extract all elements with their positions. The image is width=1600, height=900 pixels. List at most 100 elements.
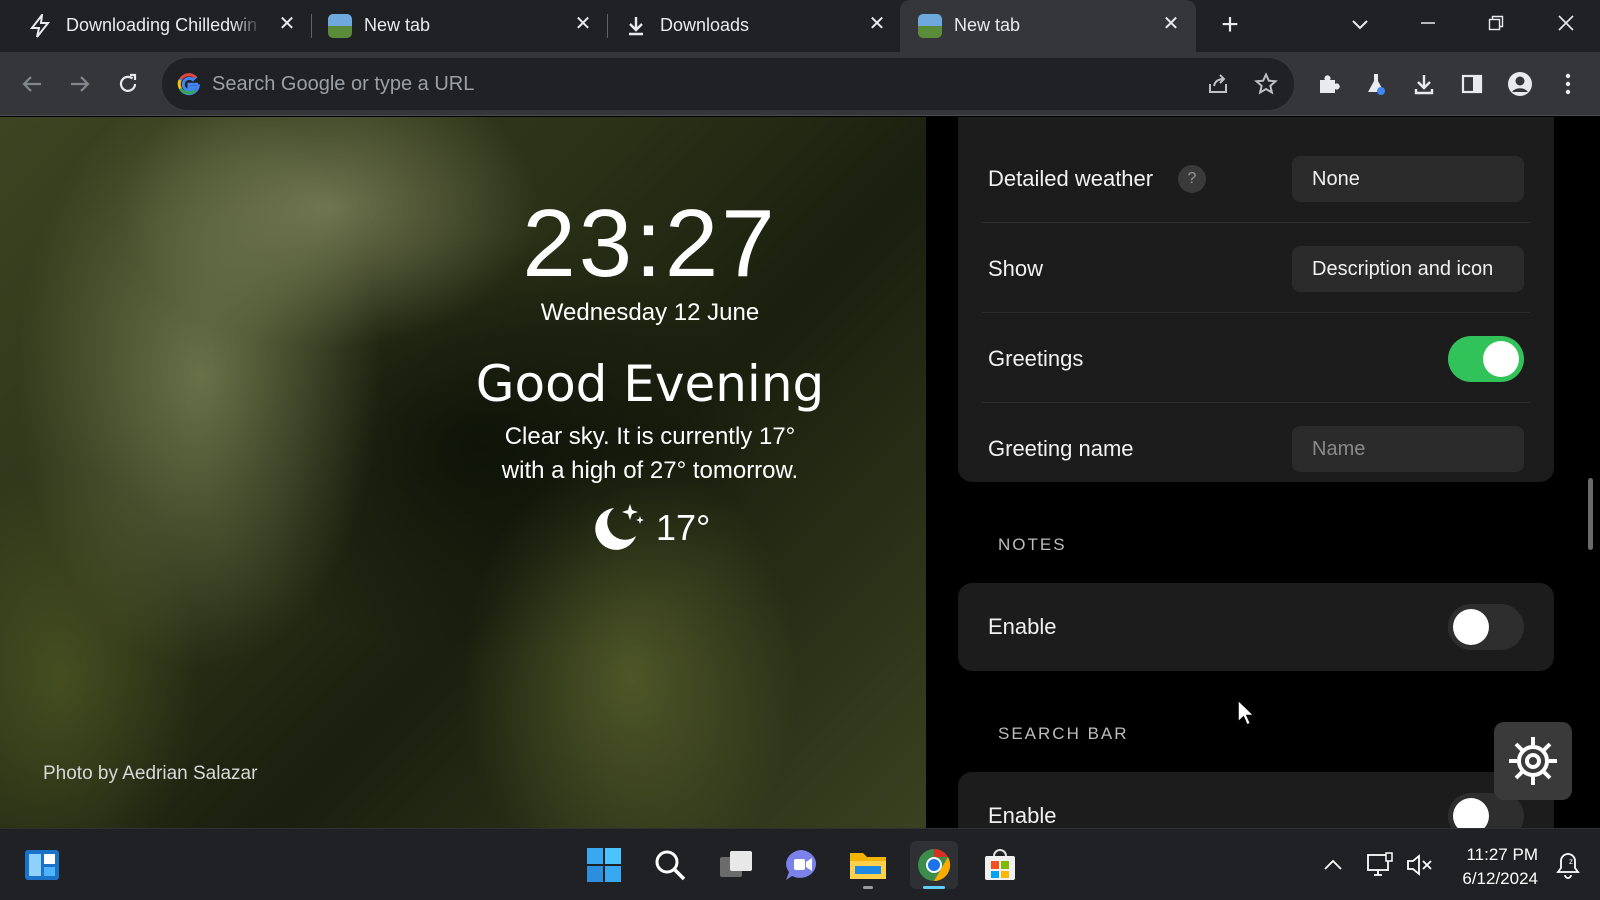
address-input[interactable] bbox=[212, 68, 1112, 100]
moon-stars-icon bbox=[595, 504, 644, 550]
downloads-button[interactable] bbox=[1408, 68, 1440, 100]
show-hidden-icons-button[interactable] bbox=[1316, 841, 1350, 889]
notification-bell-icon: z bbox=[1556, 853, 1580, 879]
chevron-down-icon bbox=[1352, 20, 1368, 30]
tab-downloading[interactable]: Downloading Chilledwin ✕ bbox=[0, 0, 312, 52]
extensions-button[interactable] bbox=[1312, 68, 1344, 100]
show-row: Show Description and icon bbox=[982, 225, 1530, 313]
running-indicator bbox=[863, 886, 873, 889]
menu-button[interactable] bbox=[1552, 68, 1584, 100]
network-icon bbox=[1367, 852, 1393, 876]
widgets-icon bbox=[25, 850, 59, 880]
show-select[interactable]: Description and icon bbox=[1292, 245, 1524, 292]
new-tab-button[interactable]: + bbox=[1210, 10, 1250, 40]
widgets-button[interactable] bbox=[18, 841, 66, 889]
side-panel-icon bbox=[1461, 74, 1483, 94]
search-enable-label: Enable bbox=[988, 803, 1057, 828]
task-view-button[interactable] bbox=[712, 841, 760, 889]
scrollbar-thumb[interactable] bbox=[1588, 478, 1593, 550]
bookmark-button[interactable] bbox=[1250, 68, 1282, 100]
notes-settings-card: Enable bbox=[958, 583, 1554, 671]
help-icon[interactable]: ? bbox=[1178, 164, 1206, 193]
date-label: Wednesday 12 June bbox=[540, 299, 760, 326]
volume-muted-icon bbox=[1407, 854, 1432, 876]
system-clock[interactable]: 11:27 PM 6/12/2024 bbox=[1448, 843, 1538, 891]
tab-title: Downloading Chilledwin bbox=[66, 15, 258, 35]
minimize-button[interactable] bbox=[1408, 10, 1448, 40]
tab-close-button[interactable]: ✕ bbox=[274, 11, 300, 37]
start-button[interactable] bbox=[580, 841, 628, 889]
notes-enable-label: Enable bbox=[988, 614, 1057, 639]
tab-close-button[interactable]: ✕ bbox=[1158, 11, 1184, 37]
weather-widget: 17° bbox=[590, 502, 730, 554]
notes-enable-toggle[interactable] bbox=[1448, 604, 1524, 650]
weather-description-line1: Clear sky. It is currently 17° bbox=[504, 423, 796, 450]
star-icon bbox=[1254, 72, 1278, 95]
chevron-up-icon bbox=[1324, 859, 1342, 870]
svg-text:z: z bbox=[1569, 857, 1573, 866]
search-enable-row: Enable bbox=[982, 772, 1530, 828]
greetings-toggle[interactable] bbox=[1448, 335, 1524, 382]
profile-button[interactable] bbox=[1504, 68, 1536, 100]
avatar-icon bbox=[1508, 72, 1532, 96]
mouse-cursor-icon bbox=[1237, 698, 1256, 726]
show-label: Show bbox=[988, 255, 1044, 281]
restore-icon bbox=[1488, 15, 1504, 31]
volume-button[interactable] bbox=[1402, 841, 1438, 889]
weather-description-line2: with a high of 27° tomorrow. bbox=[501, 457, 799, 484]
start-icon bbox=[587, 848, 621, 882]
notes-enable-row: Enable bbox=[982, 583, 1530, 671]
omnibox[interactable] bbox=[162, 58, 1294, 110]
settings-panel: Detailed weather ? None Show Description… bbox=[926, 117, 1600, 828]
network-status-button[interactable] bbox=[1362, 841, 1398, 889]
settings-button[interactable] bbox=[1494, 722, 1572, 800]
photo-credit[interactable]: Photo by Aedrian Salazar bbox=[43, 763, 257, 785]
tab-search-button[interactable] bbox=[1340, 10, 1380, 40]
tab-title: New tab bbox=[954, 15, 1021, 35]
browser-toolbar bbox=[0, 52, 1600, 116]
detailed-weather-select[interactable]: None bbox=[1292, 155, 1524, 202]
back-button[interactable] bbox=[16, 68, 48, 100]
tab-close-button[interactable]: ✕ bbox=[570, 11, 596, 37]
file-explorer-button[interactable] bbox=[844, 841, 892, 889]
store-button[interactable] bbox=[976, 841, 1024, 889]
tab-new-tab-1[interactable]: New tab ✕ bbox=[312, 0, 608, 52]
side-panel-button[interactable] bbox=[1456, 68, 1488, 100]
greetings-row: Greetings bbox=[982, 315, 1530, 403]
file-explorer-icon bbox=[850, 853, 886, 879]
restore-button[interactable] bbox=[1476, 10, 1516, 40]
close-window-button[interactable] bbox=[1546, 10, 1586, 40]
teams-chat-button[interactable] bbox=[778, 841, 826, 889]
forward-button[interactable] bbox=[64, 68, 96, 100]
tab-close-button[interactable]: ✕ bbox=[864, 11, 890, 37]
notifications-button[interactable]: z bbox=[1548, 841, 1588, 889]
puzzle-icon bbox=[1320, 75, 1340, 93]
detailed-weather-label: Detailed weather bbox=[988, 165, 1154, 191]
labs-button[interactable] bbox=[1360, 68, 1392, 100]
taskbar-search-button[interactable] bbox=[646, 841, 694, 889]
tab-title: Downloads bbox=[660, 15, 750, 35]
tab-new-tab-active[interactable]: New tab ✕ bbox=[900, 0, 1196, 52]
reload-button[interactable] bbox=[112, 68, 144, 100]
landscape-icon bbox=[918, 14, 942, 38]
teams-chat-icon bbox=[786, 850, 817, 880]
toggle-knob bbox=[1483, 340, 1519, 377]
reload-icon bbox=[119, 73, 137, 92]
download-icon bbox=[629, 17, 643, 36]
search-bar-section-title: SEARCH BAR bbox=[998, 724, 1129, 743]
minimize-icon bbox=[1421, 22, 1435, 24]
weather-settings-card: Detailed weather ? None Show Description… bbox=[958, 117, 1554, 482]
share-button[interactable] bbox=[1202, 68, 1234, 100]
gear-icon bbox=[1509, 737, 1557, 785]
landscape-icon bbox=[328, 14, 352, 38]
search-bar-settings-card: Enable bbox=[958, 772, 1554, 828]
taskbar: 11:27 PM 6/12/2024 z bbox=[0, 828, 1600, 900]
notes-section-title: NOTES bbox=[998, 535, 1067, 554]
flask-icon bbox=[1368, 74, 1385, 95]
store-icon bbox=[985, 849, 1015, 880]
greeting-name-input[interactable]: Name bbox=[1292, 426, 1524, 472]
download-icon bbox=[1414, 75, 1434, 95]
clock-date-label: 6/12/2024 bbox=[1462, 869, 1538, 888]
chrome-button[interactable] bbox=[910, 841, 958, 889]
tab-downloads[interactable]: Downloads ✕ bbox=[608, 0, 898, 52]
